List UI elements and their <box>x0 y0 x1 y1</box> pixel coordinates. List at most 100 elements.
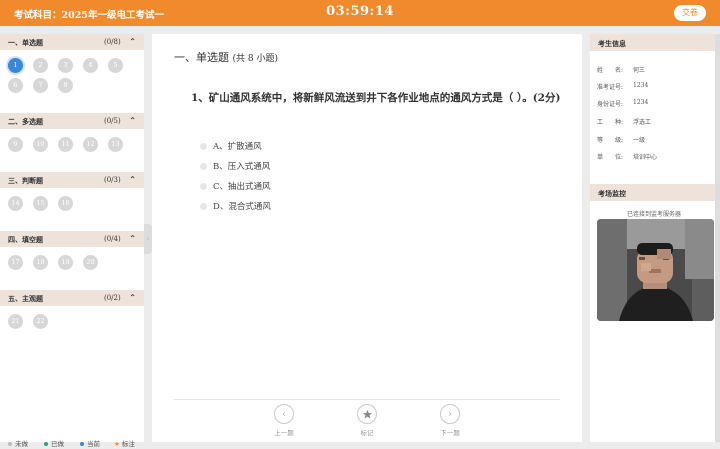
info-label: 准考证号: <box>597 84 624 91</box>
option-label: C、抽出式通风 <box>213 182 271 192</box>
legend-label: 已做 <box>51 440 64 448</box>
section-count: (0/4) <box>104 235 121 243</box>
section-count: (0/3) <box>104 176 121 184</box>
legend-item: 未做 <box>8 438 28 448</box>
collapse-icon[interactable]: ⌃ <box>129 36 136 46</box>
submit-button[interactable]: 交卷 <box>674 5 706 21</box>
section-heading: 一、单选题 (共 8 小题) <box>174 49 278 65</box>
question-number[interactable]: 3 <box>58 58 73 73</box>
question-number[interactable]: 19 <box>58 255 73 270</box>
option-b[interactable]: B、压入式通风 <box>200 160 270 172</box>
countdown-timer: 03:59:14 <box>326 4 394 19</box>
collapse-icon[interactable]: ⌃ <box>129 292 136 302</box>
dot-icon <box>80 442 84 446</box>
question-number-grid: 17 18 19 20 <box>0 247 144 290</box>
question-text: 1、矿山通风系统中，将新鲜风流送到井下各作业地点的通风方式是（ ）。(2分) <box>191 92 561 104</box>
question-number[interactable]: 12 <box>83 137 98 152</box>
radio-icon[interactable] <box>200 143 207 150</box>
legend-item: 已做 <box>44 438 64 448</box>
option-label: A、扩散通风 <box>213 142 262 152</box>
scrollbar[interactable] <box>715 34 720 442</box>
radio-icon[interactable] <box>200 163 207 170</box>
top-bar: 考试科目：2025年一级电工考试一 03:59:14 交卷 <box>0 0 720 26</box>
question-number[interactable]: 21 <box>8 314 23 329</box>
info-value: 何三 <box>633 67 646 74</box>
info-label: 身份证号: <box>597 101 624 108</box>
question-number[interactable]: 8 <box>58 78 73 93</box>
collapse-icon[interactable]: ⌃ <box>129 115 136 125</box>
collapse-icon[interactable]: ⌃ <box>129 233 136 243</box>
next-question-button[interactable]: › 下一题 <box>430 404 470 437</box>
webcam-feed <box>597 219 714 321</box>
section-title: 三、判断题 <box>8 176 43 185</box>
question-number[interactable]: 11 <box>58 137 73 152</box>
question-number[interactable]: 14 <box>8 196 23 211</box>
section-title: 二、多选题 <box>8 117 43 126</box>
section-header-subjective[interactable]: 五、主观题 (0/2) ⌃ <box>0 290 144 306</box>
info-value: 培训中心 <box>633 154 658 161</box>
question-number[interactable]: 17 <box>8 255 23 270</box>
option-c[interactable]: C、抽出式通风 <box>200 180 271 192</box>
chevron-right-icon[interactable]: › <box>440 404 460 424</box>
question-number[interactable]: 6 <box>8 78 23 93</box>
star-icon: ★ <box>114 440 120 448</box>
radio-icon[interactable] <box>200 203 207 210</box>
mark-question-button[interactable]: 标记 <box>347 404 387 437</box>
info-label: 单 位: <box>597 154 624 161</box>
legend-item: 当前 <box>80 438 100 448</box>
next-label: 下一题 <box>440 429 460 437</box>
question-number[interactable]: 22 <box>33 314 48 329</box>
question-number[interactable]: 5 <box>108 58 123 73</box>
question-number[interactable]: 18 <box>33 255 48 270</box>
section-heading-title: 一、单选题 <box>174 51 229 64</box>
section-header-fill-blank[interactable]: 四、填空题 (0/4) ⌃ <box>0 231 144 247</box>
option-d[interactable]: D、混合式通风 <box>200 200 271 212</box>
monitor-title: 考场监控 <box>590 184 718 201</box>
question-number[interactable]: 13 <box>108 137 123 152</box>
prev-question-button[interactable]: ‹ 上一题 <box>264 404 304 437</box>
legend-label: 未做 <box>15 440 28 448</box>
section-count: (0/8) <box>104 38 121 46</box>
question-number[interactable]: 10 <box>33 137 48 152</box>
examinee-info-title: 考生信息 <box>590 34 718 51</box>
option-a[interactable]: A、扩散通风 <box>200 140 262 152</box>
question-number[interactable]: 15 <box>33 196 48 211</box>
divider <box>174 399 560 400</box>
section-header-single-choice[interactable]: 一、单选题 (0/8) ⌃ <box>0 34 144 50</box>
section-header-multi-choice[interactable]: 二、多选题 (0/5) ⌃ <box>0 113 144 129</box>
question-number[interactable]: 4 <box>83 58 98 73</box>
question-number-current[interactable]: 1 <box>8 58 23 73</box>
option-label: D、混合式通风 <box>213 202 271 212</box>
section-title: 一、单选题 <box>8 38 43 47</box>
question-number-grid: 14 15 16 <box>0 188 144 231</box>
info-label: 等 级: <box>597 137 624 144</box>
radio-icon[interactable] <box>200 183 207 190</box>
question-number[interactable]: 7 <box>33 78 48 93</box>
info-value: 1234 <box>633 82 649 89</box>
question-number-grid: 1 2 3 4 5 6 7 8 <box>0 50 144 113</box>
chevron-left-icon[interactable]: ‹ <box>274 404 294 424</box>
section-title: 四、填空题 <box>8 235 43 244</box>
legend-item: ★ 标注 <box>114 438 135 448</box>
info-value: 1234 <box>633 99 649 106</box>
question-number[interactable]: 16 <box>58 196 73 211</box>
section-count: (0/2) <box>104 294 121 302</box>
section-header-true-false[interactable]: 三、判断题 (0/3) ⌃ <box>0 172 144 188</box>
collapse-sidebar-handle[interactable]: ‹ <box>144 224 152 254</box>
question-number-grid: 9 10 11 12 13 <box>0 129 144 172</box>
legend-label: 标注 <box>121 440 135 448</box>
question-panel: 一、单选题 (共 8 小题) 1、矿山通风系统中，将新鲜风流送到井下各作业地点的… <box>152 34 582 442</box>
star-icon[interactable] <box>357 404 377 424</box>
info-value: 一级 <box>633 137 646 144</box>
collapse-icon[interactable]: ⌃ <box>129 174 136 184</box>
question-navigator: 一、单选题 (0/8) ⌃ 1 2 3 4 56 7 8 二、多选题 (0/5) ⌃ 9 10… <box>0 34 144 448</box>
question-number[interactable]: 20 <box>83 255 98 270</box>
info-panel: 考生信息 姓 名: 何三 准考证号: 1234 身份证号: 1234 工 种: 浮选工 … <box>590 34 718 442</box>
section-title: 五、主观题 <box>8 294 43 303</box>
question-number[interactable]: 9 <box>8 137 23 152</box>
question-number[interactable]: 2 <box>33 58 48 73</box>
dot-icon <box>8 442 12 446</box>
question-number-grid: 21 22 <box>0 306 144 349</box>
section-heading-count: (共 8 小题) <box>232 54 278 64</box>
info-label: 姓 名: <box>597 67 624 74</box>
